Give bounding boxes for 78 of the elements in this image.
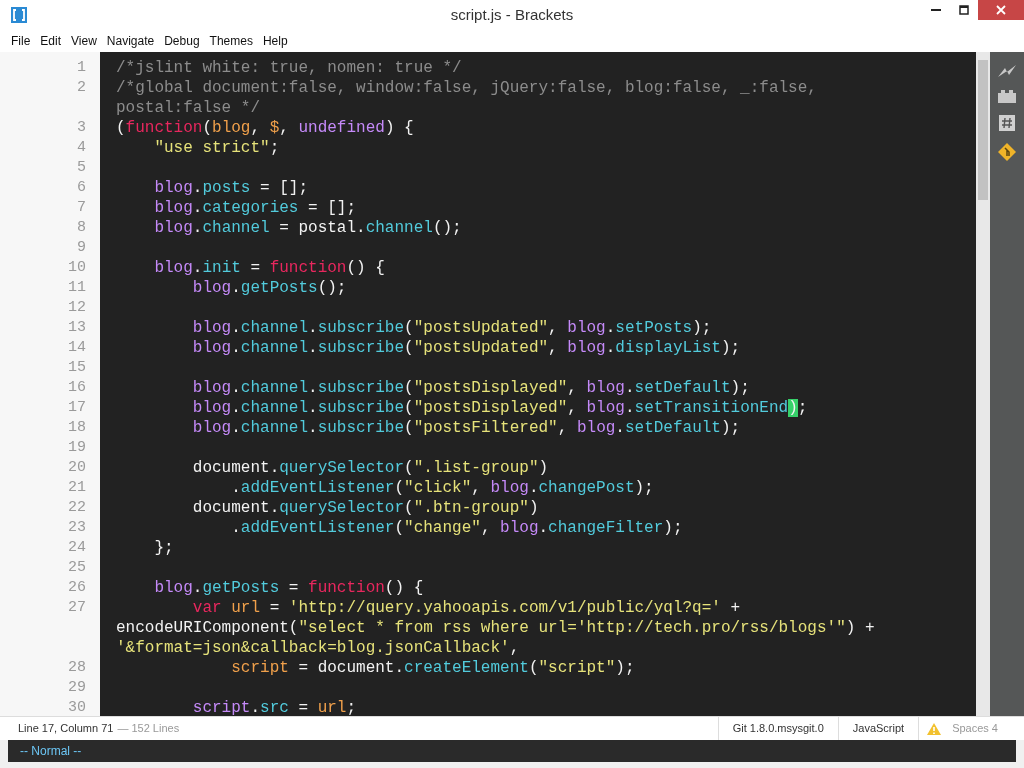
line-number: 14: [68, 338, 86, 358]
line-number: 1: [77, 58, 86, 78]
code-line: blog.channel.subscribe("postsUpdated", blog.displayList);: [191, 338, 742, 358]
code-line: blog.getPosts = function() {: [153, 578, 425, 598]
extension-icon[interactable]: [997, 88, 1017, 104]
minimize-icon: [931, 9, 941, 11]
line-number: 12: [68, 298, 86, 318]
line-number: 17: [68, 398, 86, 418]
line-number: 26: [68, 578, 86, 598]
line-number: 13: [68, 318, 86, 338]
line-number: 2: [77, 78, 86, 98]
code-line: blog.channel.subscribe("postsDisplayed", blog.setTransitionEnd);: [191, 398, 809, 418]
line-number: 8: [77, 218, 86, 238]
line-number: 16: [68, 378, 86, 398]
code-line: script.src = url;: [191, 698, 358, 716]
line-number: 27: [68, 598, 86, 618]
code-line: "use strict";: [153, 138, 281, 158]
line-number: 10: [68, 258, 86, 278]
cursor-position: Line 17, Column 71: [18, 721, 114, 737]
git-diamond-icon[interactable]: [997, 142, 1017, 162]
line-number: 29: [68, 678, 86, 698]
code-line: };: [153, 538, 175, 558]
code-line: (function(blog, $, undefined) {: [116, 118, 415, 138]
code-line: postal:false */: [116, 98, 262, 118]
maximize-icon: [959, 5, 969, 15]
line-number: 7: [77, 198, 86, 218]
line-number: 23: [68, 518, 86, 538]
code-line: script = document.createElement("script");: [230, 658, 636, 678]
window-title: script.js - Brackets: [450, 4, 574, 25]
line-number: 20: [68, 458, 86, 478]
close-icon: [996, 5, 1006, 15]
app-icon: [10, 6, 28, 24]
code-line: blog.getPosts();: [191, 278, 348, 298]
code-line: .addEventListener("click", blog.changePost);: [230, 478, 655, 498]
menu-item[interactable]: Debug: [161, 32, 203, 50]
code-line: blog.init = function() {: [153, 258, 386, 278]
code-line: blog.posts = [];: [153, 178, 310, 198]
line-number: 4: [77, 138, 86, 158]
line-number: 21: [68, 478, 86, 498]
line-number: 5: [77, 158, 86, 178]
scrollbar[interactable]: [976, 52, 990, 716]
menu-item[interactable]: File: [8, 32, 34, 50]
code-line: blog.channel.subscribe("postsDisplayed", blog.setDefault);: [191, 378, 751, 398]
code-line: blog.categories = [];: [153, 198, 358, 218]
code-line: document.querySelector(".btn-group"): [191, 498, 540, 518]
line-number: 30: [68, 698, 86, 716]
code-line: blog.channel = postal.channel();: [153, 218, 463, 238]
close-button[interactable]: [978, 0, 1024, 20]
code-line: document.querySelector(".list-group"): [191, 458, 550, 478]
line-number: 15: [68, 358, 86, 378]
code-line: /*global document:false, window:false, jQuery:false, blog:false, _:false,: [116, 78, 818, 98]
code-line: var url = 'http://query.yahooapis.com/v1/public/yql?q=' +: [191, 598, 742, 618]
line-number: 24: [68, 538, 86, 558]
menu-item[interactable]: Edit: [37, 32, 65, 50]
menu-item[interactable]: View: [68, 32, 100, 50]
hash-icon[interactable]: [998, 114, 1016, 132]
scrollbar-thumb[interactable]: [978, 60, 988, 200]
vim-mode: -- Normal --: [20, 743, 82, 760]
line-number: 9: [77, 238, 86, 258]
live-preview-icon[interactable]: [997, 64, 1017, 78]
line-number: 18: [68, 418, 86, 438]
line-count: — 152 Lines: [117, 721, 180, 737]
line-number: 28: [68, 658, 86, 678]
code-line: blog.channel.subscribe("postsUpdated", blog.setPosts);: [191, 318, 713, 338]
menu-item[interactable]: Help: [259, 32, 291, 50]
line-number: 25: [68, 558, 86, 578]
line-number: 11: [68, 278, 86, 298]
menu-item[interactable]: Navigate: [103, 32, 158, 50]
code-line: '&format=json&callback=blog.jsonCallback',: [116, 638, 521, 658]
code-line: encodeURIComponent("select * from rss where url='http://tech.pro/rss/blogs'") +: [116, 618, 876, 638]
menu-item[interactable]: Themes: [206, 32, 256, 50]
code-line: blog.channel.subscribe("postsFiltered", blog.setDefault);: [191, 418, 742, 438]
line-number: 3: [77, 118, 86, 138]
code-line: .addEventListener("change", blog.changeFilter);: [230, 518, 684, 538]
line-number: 19: [68, 438, 86, 458]
line-number: 22: [68, 498, 86, 518]
code-line: /*jslint white: true, nomen: true */: [116, 58, 463, 78]
line-number: 6: [77, 178, 86, 198]
